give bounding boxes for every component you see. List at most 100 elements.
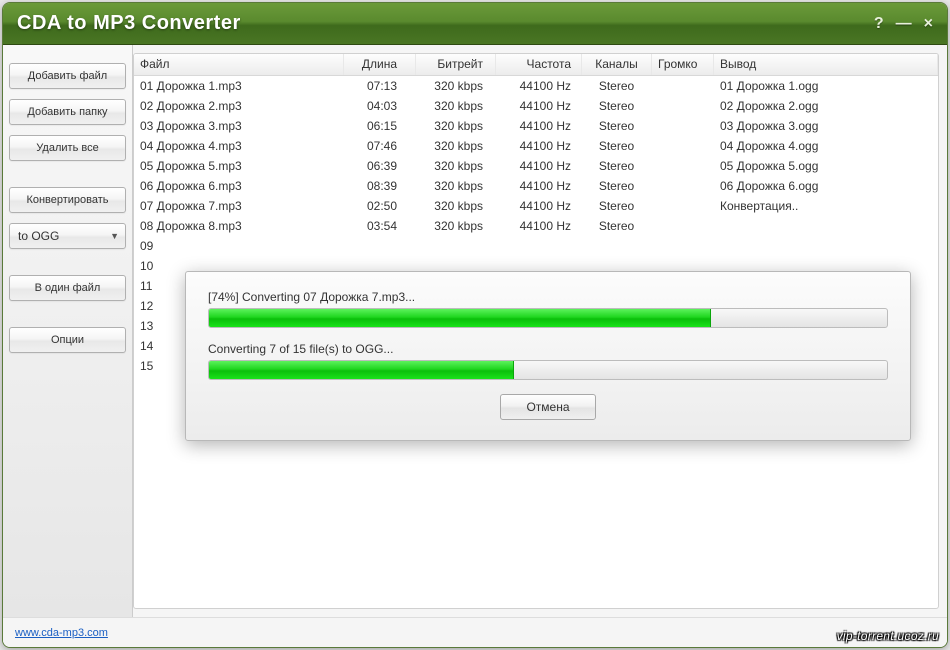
- cell-frequency: 44100 Hz: [496, 116, 582, 136]
- convert-button[interactable]: Конвертировать: [9, 187, 126, 213]
- col-loudness[interactable]: Громко: [652, 54, 714, 75]
- col-output[interactable]: Вывод: [714, 54, 938, 75]
- cell-output: [714, 216, 938, 236]
- cell-output: 06 Дорожка 6.ogg: [714, 176, 938, 196]
- titlebar[interactable]: CDA to MP3 Converter ? — ×: [3, 3, 947, 45]
- cell-channels: Stereo: [582, 216, 652, 236]
- cancel-button[interactable]: Отмена: [500, 394, 596, 420]
- cell-frequency: 44100 Hz: [496, 196, 582, 216]
- cell-file: 05 Дорожка 5.mp3: [134, 156, 344, 176]
- website-link[interactable]: www.cda-mp3.com: [15, 627, 108, 639]
- table-row[interactable]: 01 Дорожка 1.mp307:13320 kbps44100 HzSte…: [134, 76, 938, 96]
- cell-frequency: 44100 Hz: [496, 216, 582, 236]
- cell-loudness: [652, 76, 714, 96]
- close-icon[interactable]: ×: [924, 15, 933, 33]
- sidebar: Добавить файл Добавить папку Удалить все…: [3, 45, 133, 617]
- table-row[interactable]: 03 Дорожка 3.mp306:15320 kbps44100 HzSte…: [134, 116, 938, 136]
- cell-channels: Stereo: [582, 76, 652, 96]
- table-row[interactable]: 06 Дорожка 6.mp308:39320 kbps44100 HzSte…: [134, 176, 938, 196]
- cell-frequency: 44100 Hz: [496, 176, 582, 196]
- cell-loudness: [652, 236, 714, 256]
- table-row[interactable]: 02 Дорожка 2.mp304:03320 kbps44100 HzSte…: [134, 96, 938, 116]
- single-file-button[interactable]: В один файл: [9, 275, 126, 301]
- table-row[interactable]: 04 Дорожка 4.mp307:46320 kbps44100 HzSte…: [134, 136, 938, 156]
- cell-file: 01 Дорожка 1.mp3: [134, 76, 344, 96]
- cell-loudness: [652, 216, 714, 236]
- cell-loudness: [652, 156, 714, 176]
- add-folder-button[interactable]: Добавить папку: [9, 99, 126, 125]
- options-button[interactable]: Опции: [9, 327, 126, 353]
- cell-bitrate: 320 kbps: [416, 176, 496, 196]
- cell-length: 07:46: [344, 136, 416, 156]
- cell-length: [344, 236, 416, 256]
- cell-length: 06:39: [344, 156, 416, 176]
- cell-bitrate: 320 kbps: [416, 196, 496, 216]
- file-progress-fill: [209, 309, 711, 327]
- cell-output: 05 Дорожка 5.ogg: [714, 156, 938, 176]
- cell-bitrate: 320 kbps: [416, 96, 496, 116]
- app-window: CDA to MP3 Converter ? — × Добавить файл…: [2, 2, 948, 648]
- cell-loudness: [652, 116, 714, 136]
- total-progress-label: Converting 7 of 15 file(s) to OGG...: [208, 342, 888, 356]
- cell-file: 03 Дорожка 3.mp3: [134, 116, 344, 136]
- table-row[interactable]: 05 Дорожка 5.mp306:39320 kbps44100 HzSte…: [134, 156, 938, 176]
- cell-frequency: [496, 236, 582, 256]
- file-progress-label: [74%] Converting 07 Дорожка 7.mp3...: [208, 290, 888, 304]
- cell-file: 08 Дорожка 8.mp3: [134, 216, 344, 236]
- cell-frequency: 44100 Hz: [496, 76, 582, 96]
- cell-length: 07:13: [344, 76, 416, 96]
- col-file[interactable]: Файл: [134, 54, 344, 75]
- cell-channels: [582, 236, 652, 256]
- cell-channels: Stereo: [582, 136, 652, 156]
- col-channels[interactable]: Каналы: [582, 54, 652, 75]
- add-file-button[interactable]: Добавить файл: [9, 63, 126, 89]
- help-icon[interactable]: ?: [874, 15, 884, 33]
- cell-loudness: [652, 176, 714, 196]
- cell-file: 09: [134, 236, 344, 256]
- cell-bitrate: 320 kbps: [416, 76, 496, 96]
- table-row[interactable]: 09: [134, 236, 938, 256]
- cell-output: 01 Дорожка 1.ogg: [714, 76, 938, 96]
- cell-file: 07 Дорожка 7.mp3: [134, 196, 344, 216]
- cell-output: 02 Дорожка 2.ogg: [714, 96, 938, 116]
- column-headers: Файл Длина Битрейт Частота Каналы Громко…: [134, 54, 938, 76]
- format-select[interactable]: to OGG ▼: [9, 223, 126, 249]
- cell-output: Конвертация..: [714, 196, 938, 216]
- cell-frequency: 44100 Hz: [496, 156, 582, 176]
- cell-channels: Stereo: [582, 176, 652, 196]
- cell-length: 02:50: [344, 196, 416, 216]
- table-row[interactable]: 08 Дорожка 8.mp303:54320 kbps44100 HzSte…: [134, 216, 938, 236]
- cell-frequency: 44100 Hz: [496, 96, 582, 116]
- cell-length: 04:03: [344, 96, 416, 116]
- cell-bitrate: 320 kbps: [416, 116, 496, 136]
- delete-all-button[interactable]: Удалить все: [9, 135, 126, 161]
- cell-channels: Stereo: [582, 116, 652, 136]
- cell-channels: Stereo: [582, 156, 652, 176]
- watermark: vip-torrent.ucoz.ru: [837, 629, 939, 643]
- total-progress-bar: [208, 360, 888, 380]
- cell-output: 03 Дорожка 3.ogg: [714, 116, 938, 136]
- cell-length: 06:15: [344, 116, 416, 136]
- col-length[interactable]: Длина: [344, 54, 416, 75]
- col-frequency[interactable]: Частота: [496, 54, 582, 75]
- cell-loudness: [652, 196, 714, 216]
- minimize-icon[interactable]: —: [896, 15, 912, 33]
- cell-bitrate: 320 kbps: [416, 136, 496, 156]
- cell-bitrate: 320 kbps: [416, 216, 496, 236]
- cell-output: 04 Дорожка 4.ogg: [714, 136, 938, 156]
- cell-length: 03:54: [344, 216, 416, 236]
- cell-bitrate: [416, 236, 496, 256]
- footer: www.cda-mp3.com: [3, 617, 947, 647]
- cell-channels: Stereo: [582, 196, 652, 216]
- cell-bitrate: 320 kbps: [416, 156, 496, 176]
- cell-loudness: [652, 96, 714, 116]
- total-progress-fill: [209, 361, 514, 379]
- col-bitrate[interactable]: Битрейт: [416, 54, 496, 75]
- cell-channels: Stereo: [582, 96, 652, 116]
- cell-frequency: 44100 Hz: [496, 136, 582, 156]
- cell-length: 08:39: [344, 176, 416, 196]
- table-row[interactable]: 07 Дорожка 7.mp302:50320 kbps44100 HzSte…: [134, 196, 938, 216]
- cell-file: 06 Дорожка 6.mp3: [134, 176, 344, 196]
- file-progress-bar: [208, 308, 888, 328]
- cell-output: [714, 236, 938, 256]
